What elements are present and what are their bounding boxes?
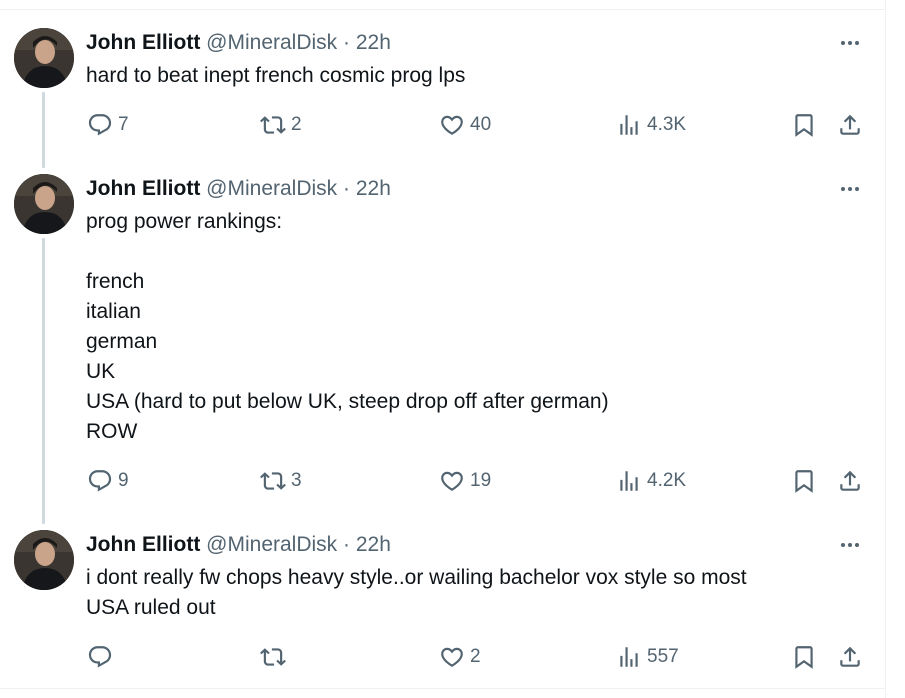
bookmark-icon bbox=[791, 644, 817, 670]
top-divider bbox=[0, 9, 886, 10]
author-name[interactable]: John Elliott bbox=[86, 533, 200, 556]
reply-button[interactable]: 9 bbox=[87, 466, 129, 496]
more-icon[interactable] bbox=[836, 532, 864, 558]
author-handle[interactable]: @MineralDisk bbox=[206, 533, 337, 556]
like-count: 19 bbox=[470, 470, 492, 491]
timeline-panel: John Elliott @MineralDisk · 22h hard to … bbox=[0, 0, 886, 698]
heart-icon bbox=[439, 644, 465, 670]
views-count: 4.2K bbox=[647, 470, 687, 491]
tweet[interactable]: John Elliott @MineralDisk · 22h i dont r… bbox=[0, 530, 886, 680]
reply-icon bbox=[87, 644, 113, 670]
more-icon[interactable] bbox=[836, 30, 864, 56]
retweet-button[interactable] bbox=[260, 642, 291, 672]
views-count: 557 bbox=[647, 646, 679, 667]
separator: · bbox=[343, 177, 351, 200]
reply-icon bbox=[87, 112, 113, 138]
bookmark-icon bbox=[791, 468, 817, 494]
separator: · bbox=[343, 533, 351, 556]
author-handle[interactable]: @MineralDisk bbox=[206, 177, 337, 200]
reply-button[interactable] bbox=[87, 642, 118, 672]
views-count: 4.3K bbox=[647, 114, 687, 135]
tweet-text: hard to beat inept french cosmic prog lp… bbox=[86, 64, 466, 87]
retweet-button[interactable]: 3 bbox=[260, 466, 302, 496]
share-icon bbox=[837, 468, 863, 494]
views-button[interactable]: 557 bbox=[616, 642, 679, 672]
author-name[interactable]: John Elliott bbox=[86, 31, 200, 54]
like-button[interactable]: 2 bbox=[439, 642, 481, 672]
like-button[interactable]: 19 bbox=[439, 466, 491, 496]
share-button[interactable] bbox=[837, 110, 863, 140]
tweet-text: prog power rankings: french italian germ… bbox=[86, 210, 609, 443]
bookmark-button[interactable] bbox=[791, 466, 817, 496]
like-count: 40 bbox=[470, 114, 492, 135]
views-icon bbox=[616, 468, 642, 494]
tweet[interactable]: John Elliott @MineralDisk · 22h prog pow… bbox=[0, 174, 886, 524]
reply-button[interactable]: 7 bbox=[87, 110, 129, 140]
tweet-actions: 9 3 19 4.2K bbox=[0, 466, 886, 496]
reply-count: 7 bbox=[118, 114, 129, 135]
timestamp[interactable]: 22h bbox=[356, 177, 391, 200]
bookmark-icon bbox=[791, 112, 817, 138]
like-count: 2 bbox=[470, 646, 481, 667]
views-button[interactable]: 4.2K bbox=[616, 466, 686, 496]
timestamp[interactable]: 22h bbox=[356, 533, 391, 556]
heart-icon bbox=[439, 468, 465, 494]
retweet-button[interactable]: 2 bbox=[260, 110, 302, 140]
heart-icon bbox=[439, 112, 465, 138]
reply-count: 9 bbox=[118, 470, 129, 491]
retweet-count: 3 bbox=[291, 470, 302, 491]
views-icon bbox=[616, 644, 642, 670]
avatar[interactable] bbox=[14, 174, 74, 234]
avatar[interactable] bbox=[14, 28, 74, 88]
bookmark-button[interactable] bbox=[791, 642, 817, 672]
author-handle[interactable]: @MineralDisk bbox=[206, 31, 337, 54]
tweet-header: John Elliott @MineralDisk · 22h bbox=[86, 29, 391, 57]
timestamp[interactable]: 22h bbox=[356, 31, 391, 54]
share-icon bbox=[837, 112, 863, 138]
retweet-icon bbox=[260, 644, 286, 670]
views-icon bbox=[616, 112, 642, 138]
avatar[interactable] bbox=[14, 530, 74, 590]
share-button[interactable] bbox=[837, 466, 863, 496]
share-icon bbox=[837, 644, 863, 670]
tweet-header: John Elliott @MineralDisk · 22h bbox=[86, 175, 391, 203]
views-button[interactable]: 4.3K bbox=[616, 110, 686, 140]
separator: · bbox=[343, 31, 351, 54]
bookmark-button[interactable] bbox=[791, 110, 817, 140]
retweet-icon bbox=[260, 112, 286, 138]
like-button[interactable]: 40 bbox=[439, 110, 491, 140]
author-name[interactable]: John Elliott bbox=[86, 177, 200, 200]
reply-icon bbox=[87, 468, 113, 494]
more-icon[interactable] bbox=[836, 176, 864, 202]
tweet-actions: 7 2 40 4.3K bbox=[0, 110, 886, 140]
tweet-actions: 2 557 bbox=[0, 642, 886, 672]
bottom-divider bbox=[0, 688, 886, 689]
tweet[interactable]: John Elliott @MineralDisk · 22h hard to … bbox=[0, 28, 886, 168]
retweet-count: 2 bbox=[291, 114, 302, 135]
tweet-header: John Elliott @MineralDisk · 22h bbox=[86, 531, 391, 559]
share-button[interactable] bbox=[837, 642, 863, 672]
retweet-icon bbox=[260, 468, 286, 494]
tweet-text: i dont really fw chops heavy style..or w… bbox=[86, 566, 747, 619]
